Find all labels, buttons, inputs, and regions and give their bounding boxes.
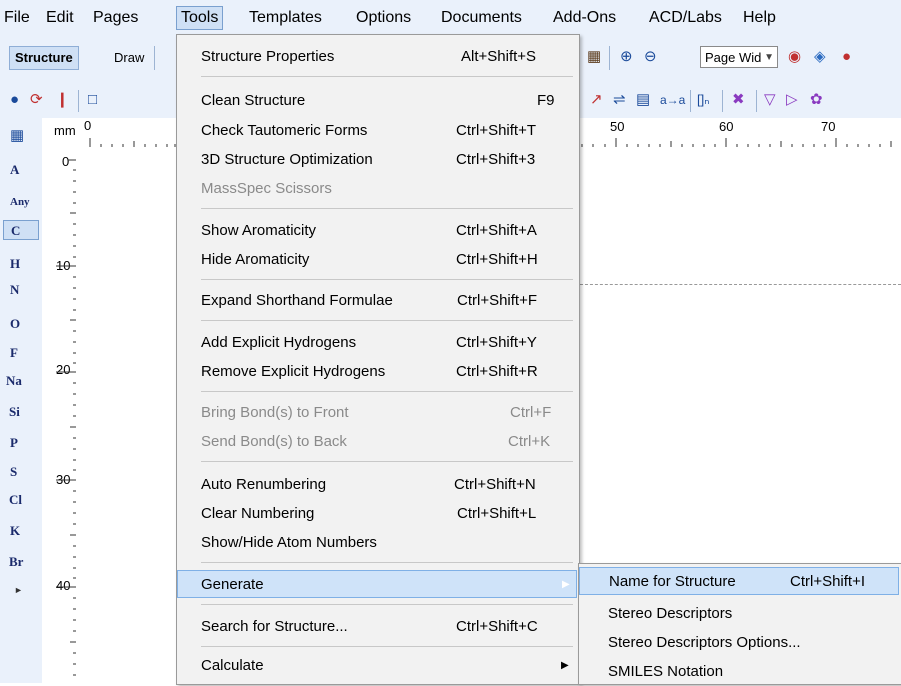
menu-item-name-for-structure[interactable]: Name for Structure Ctrl+Shift+I bbox=[579, 567, 899, 595]
more-elements-icon[interactable]: ► bbox=[14, 580, 23, 600]
menu-item-hide-aromaticity[interactable]: Hide Aromaticity Ctrl+Shift+H bbox=[177, 246, 579, 274]
chevron-down-icon: ▼ bbox=[764, 52, 774, 63]
molecule-icon[interactable]: ◉ bbox=[788, 47, 801, 67]
arrow-icon[interactable]: ↗ bbox=[590, 90, 603, 110]
palette-element[interactable]: N bbox=[0, 282, 42, 298]
menu-options[interactable]: Options bbox=[356, 7, 411, 29]
zoom-select[interactable]: Page Wid ▼ bbox=[700, 46, 778, 68]
periodic-table-icon[interactable]: ▦ bbox=[10, 126, 24, 146]
palette-element[interactable]: K bbox=[0, 523, 42, 539]
menu-item-generate[interactable]: Generate ▶ bbox=[177, 570, 577, 598]
palette-element[interactable]: F bbox=[0, 345, 42, 361]
ruler-vertical: 0 10 20 30 40 bbox=[42, 152, 78, 683]
menu-item-add-explicit-hydrogens[interactable]: Add Explicit Hydrogens Ctrl+Shift+Y bbox=[177, 329, 579, 357]
zoom-in-icon[interactable]: ⊕ bbox=[620, 47, 633, 67]
palette-element[interactable]: H bbox=[0, 256, 42, 272]
eraser-icon[interactable]: ❙ bbox=[56, 90, 69, 110]
menu-item-massspec-scissors[interactable]: MassSpec Scissors bbox=[177, 175, 579, 203]
table-icon[interactable]: ▤ bbox=[636, 90, 650, 110]
flip-horizontal-icon[interactable]: ▷ bbox=[786, 90, 798, 110]
menu-help[interactable]: Help bbox=[743, 7, 776, 29]
menu-item-check-tautomeric-forms[interactable]: Check Tautomeric Forms Ctrl+Shift+T bbox=[177, 117, 579, 145]
menu-tools[interactable]: Tools bbox=[176, 6, 224, 30]
menu-separator bbox=[201, 208, 573, 209]
menu-file[interactable]: File bbox=[4, 7, 30, 29]
element-palette: ▦ A Any C H N O F Na Si P S Cl K Br ► bbox=[0, 118, 43, 683]
palette-element[interactable]: P bbox=[0, 435, 42, 451]
menu-bar: File Edit Pages Tools Templates Options … bbox=[0, 0, 901, 34]
menu-templates[interactable]: Templates bbox=[249, 7, 322, 29]
submenu-arrow-icon: ▶ bbox=[562, 579, 570, 590]
menu-item-stereo-descriptors-options[interactable]: Stereo Descriptors Options... bbox=[579, 629, 899, 657]
menu-item-structure-properties[interactable]: Structure Properties Alt+Shift+S bbox=[177, 43, 579, 71]
flip-vertical-icon[interactable]: ▽ bbox=[764, 90, 776, 110]
atom-map-icon[interactable]: a→a bbox=[660, 90, 685, 110]
palette-element[interactable]: Cl bbox=[0, 492, 42, 508]
zoom-out-icon[interactable]: ⊖ bbox=[644, 47, 657, 67]
tab-structure[interactable]: Structure bbox=[9, 46, 79, 70]
bracket-icon[interactable]: []ₙ bbox=[697, 90, 709, 110]
palette-element[interactable]: S bbox=[0, 464, 42, 480]
palette-element[interactable]: Br bbox=[0, 554, 42, 570]
palette-element[interactable]: O bbox=[0, 316, 42, 332]
menu-item-remove-explicit-hydrogens[interactable]: Remove Explicit Hydrogens Ctrl+Shift+R bbox=[177, 358, 579, 386]
select-rect-icon[interactable]: □ bbox=[88, 90, 97, 110]
menu-separator bbox=[201, 562, 573, 563]
menu-item-calculate[interactable]: Calculate ▶ bbox=[177, 652, 579, 680]
bond-cut-icon[interactable]: ✖ bbox=[732, 90, 745, 110]
molecule-3d-icon[interactable]: ◈ bbox=[814, 47, 826, 67]
generate-submenu: Name for Structure Ctrl+Shift+I Stereo D… bbox=[578, 563, 901, 685]
menu-separator bbox=[201, 461, 573, 462]
menu-separator bbox=[201, 646, 573, 647]
clean-icon[interactable]: ✿ bbox=[810, 90, 823, 110]
paste-icon[interactable]: ▦ bbox=[587, 47, 601, 67]
palette-element[interactable]: Si bbox=[0, 404, 42, 420]
menu-item-send-bond-back[interactable]: Send Bond(s) to Back Ctrl+K bbox=[177, 428, 579, 456]
toolbar-divider bbox=[756, 90, 757, 112]
atom-icon[interactable]: ● bbox=[842, 47, 851, 67]
rotate-icon[interactable]: ⟳ bbox=[30, 90, 43, 110]
menu-separator bbox=[201, 391, 573, 392]
ruler-ticks-vertical bbox=[56, 159, 76, 676]
toolbar-divider bbox=[690, 90, 691, 112]
menu-documents[interactable]: Documents bbox=[441, 7, 522, 29]
palette-element[interactable]: A bbox=[0, 162, 42, 178]
menu-item-auto-renumbering[interactable]: Auto Renumbering Ctrl+Shift+N bbox=[177, 471, 579, 499]
palette-element[interactable]: Any bbox=[0, 196, 42, 208]
tools-menu: Structure Properties Alt+Shift+S Clean S… bbox=[176, 34, 580, 685]
palette-element[interactable]: Na bbox=[0, 373, 42, 389]
menu-item-3d-optimization[interactable]: 3D Structure Optimization Ctrl+Shift+3 bbox=[177, 146, 579, 174]
toolbar-divider bbox=[154, 46, 155, 70]
menu-item-clean-structure[interactable]: Clean Structure F9 bbox=[177, 87, 579, 115]
menu-item-stereo-descriptors[interactable]: Stereo Descriptors bbox=[579, 600, 899, 628]
menu-item-clear-numbering[interactable]: Clear Numbering Ctrl+Shift+L bbox=[177, 500, 579, 528]
zoom-select-value: Page Wid bbox=[705, 50, 762, 65]
menu-item-smiles-notation[interactable]: SMILES Notation bbox=[579, 658, 899, 686]
menu-item-show-hide-atom-numbers[interactable]: Show/Hide Atom Numbers bbox=[177, 529, 579, 557]
palette-element-selected[interactable]: C bbox=[3, 220, 39, 240]
menu-item-show-aromaticity[interactable]: Show Aromaticity Ctrl+Shift+A bbox=[177, 217, 579, 245]
lasso-icon[interactable]: ● bbox=[10, 90, 19, 110]
menu-item-expand-shorthand[interactable]: Expand Shorthand Formulae Ctrl+Shift+F bbox=[177, 287, 579, 315]
tab-draw[interactable]: Draw bbox=[109, 47, 149, 69]
page-boundary bbox=[580, 284, 901, 285]
menu-item-bring-bond-front[interactable]: Bring Bond(s) to Front Ctrl+F bbox=[177, 399, 579, 427]
menu-pages[interactable]: Pages bbox=[93, 7, 138, 29]
toolbar-top-right: ◉ ◈ ● bbox=[780, 34, 901, 84]
submenu-arrow-icon: ▶ bbox=[561, 660, 569, 671]
menu-separator bbox=[201, 76, 573, 77]
menu-separator bbox=[201, 320, 573, 321]
toolbar-divider bbox=[609, 46, 610, 70]
menu-item-search-for-structure[interactable]: Search for Structure... Ctrl+Shift+C bbox=[177, 613, 579, 641]
menu-separator bbox=[201, 279, 573, 280]
toolbar-divider bbox=[78, 90, 79, 112]
reaction-icon[interactable]: ⇌ bbox=[613, 90, 626, 110]
menu-separator bbox=[201, 604, 573, 605]
menu-edit[interactable]: Edit bbox=[46, 7, 74, 29]
menu-acd-labs[interactable]: ACD/Labs bbox=[649, 7, 722, 29]
toolbar-divider bbox=[722, 90, 723, 112]
menu-add-ons[interactable]: Add-Ons bbox=[553, 7, 616, 29]
